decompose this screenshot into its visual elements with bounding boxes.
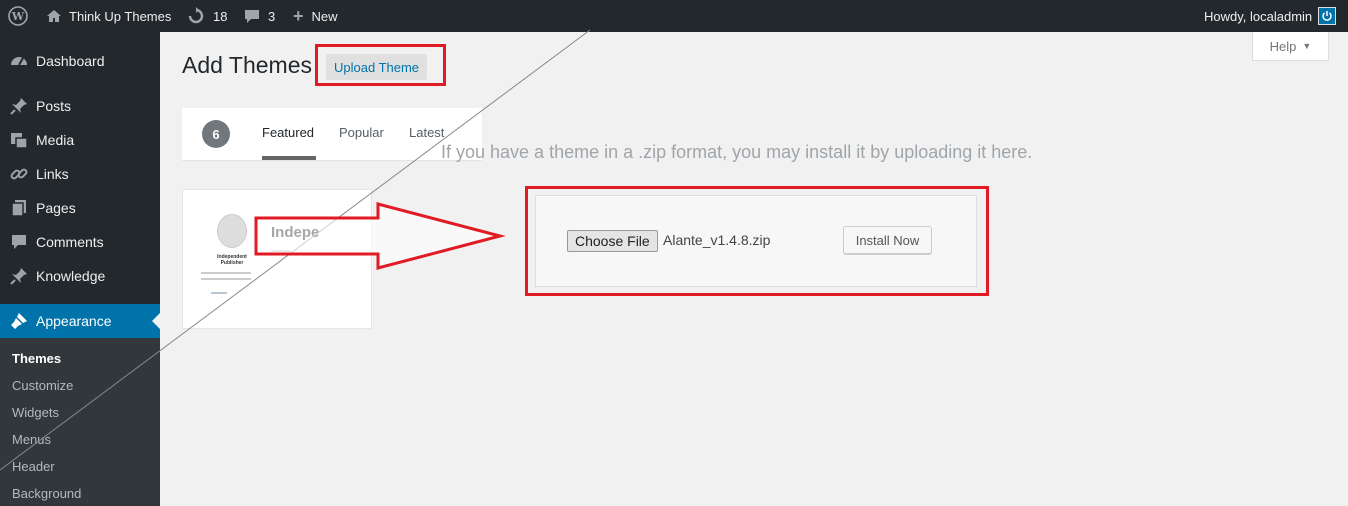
menu-item-media[interactable]: Media xyxy=(0,123,160,157)
menu-label: Media xyxy=(36,132,75,148)
menu-label: Links xyxy=(36,166,69,182)
menu-item-dashboard[interactable]: Dashboard xyxy=(0,44,160,78)
admin-bar: W Think Up Themes 18 3 + New Howdy, loca… xyxy=(0,0,1348,32)
text-line xyxy=(201,272,251,274)
media-icon xyxy=(9,130,29,150)
tab-popular[interactable]: Popular xyxy=(339,125,384,140)
admin-sidebar: Dashboard Posts Media Links Pages Commen… xyxy=(0,32,160,506)
dashboard-icon xyxy=(9,51,29,71)
upload-button-highlight-box xyxy=(315,44,446,86)
help-tab-button[interactable]: Help ▼ xyxy=(1252,32,1329,61)
chevron-down-icon: ▼ xyxy=(1302,41,1312,51)
wordpress-logo-icon[interactable]: W xyxy=(8,0,28,32)
menu-item-comments[interactable]: Comments xyxy=(0,225,160,259)
menu-item-knowledge[interactable]: Knowledge xyxy=(0,259,160,293)
menu-item-appearance[interactable]: Appearance xyxy=(0,304,160,338)
avatar xyxy=(1318,7,1337,25)
brush-icon xyxy=(9,311,29,331)
menu-label: Posts xyxy=(36,98,72,114)
active-tab-indicator xyxy=(262,156,316,160)
submenu-item-themes[interactable]: Themes xyxy=(12,351,61,366)
menu-label: Knowledge xyxy=(36,268,106,284)
comments-link[interactable]: 3 xyxy=(244,0,275,32)
menu-label: Pages xyxy=(36,200,76,216)
tab-featured[interactable]: Featured xyxy=(262,125,314,140)
site-name: Think Up Themes xyxy=(69,8,172,24)
submenu-item-menus[interactable]: Menus xyxy=(12,432,51,447)
menu-label: Dashboard xyxy=(36,53,105,69)
menu-item-posts[interactable]: Posts xyxy=(0,89,160,123)
home-icon xyxy=(47,10,61,22)
updates-count: 18 xyxy=(213,8,228,24)
comments-count: 3 xyxy=(268,8,276,24)
theme-author-label: Independent Publisher xyxy=(217,254,247,266)
pages-icon xyxy=(9,198,29,218)
submenu-item-widgets[interactable]: Widgets xyxy=(12,405,59,420)
theme-author-avatar xyxy=(217,214,247,248)
new-label: New xyxy=(311,8,338,24)
theme-card[interactable]: Independent Publisher Indepe xyxy=(182,189,372,329)
plus-icon: + xyxy=(293,5,304,26)
submenu-item-header[interactable]: Header xyxy=(12,459,55,474)
upload-form-highlight-box xyxy=(525,186,989,296)
page-title: Add Themes xyxy=(182,52,312,78)
pin-icon xyxy=(9,96,29,116)
submenu-item-customize[interactable]: Customize xyxy=(12,378,73,393)
submenu-item-background[interactable]: Background xyxy=(12,486,81,501)
new-content-link[interactable]: + New xyxy=(293,0,338,32)
comment-icon xyxy=(245,10,259,23)
appearance-submenu: Themes Customize Widgets Menus Header Ba… xyxy=(0,338,160,506)
greeting: Howdy, localadmin xyxy=(1204,8,1313,24)
menu-label: Appearance xyxy=(36,313,112,329)
link-icon xyxy=(9,164,29,184)
updates-icon xyxy=(188,7,204,24)
pin-icon xyxy=(9,266,29,286)
social-icons xyxy=(211,292,227,294)
power-icon xyxy=(1322,11,1332,21)
comment-icon xyxy=(9,232,29,252)
menu-label: Comments xyxy=(36,234,104,250)
theme-filter-bar: 6 Featured Popular Latest xyxy=(182,108,482,160)
text-line xyxy=(271,250,291,252)
menu-item-pages[interactable]: Pages xyxy=(0,191,160,225)
site-name-link[interactable]: Think Up Themes xyxy=(46,0,171,32)
svg-text:W: W xyxy=(11,10,25,23)
theme-name: Indepe xyxy=(271,224,320,241)
text-line xyxy=(201,278,251,280)
menu-item-links[interactable]: Links xyxy=(0,157,160,191)
my-account-link[interactable]: Howdy, localadmin xyxy=(1204,0,1337,32)
help-label: Help xyxy=(1269,38,1297,54)
upload-help-text: If you have a theme in a .zip format, yo… xyxy=(441,142,1033,162)
theme-count-badge: 6 xyxy=(202,120,230,148)
updates-link[interactable]: 18 xyxy=(187,0,227,32)
tab-latest[interactable]: Latest xyxy=(409,125,444,140)
